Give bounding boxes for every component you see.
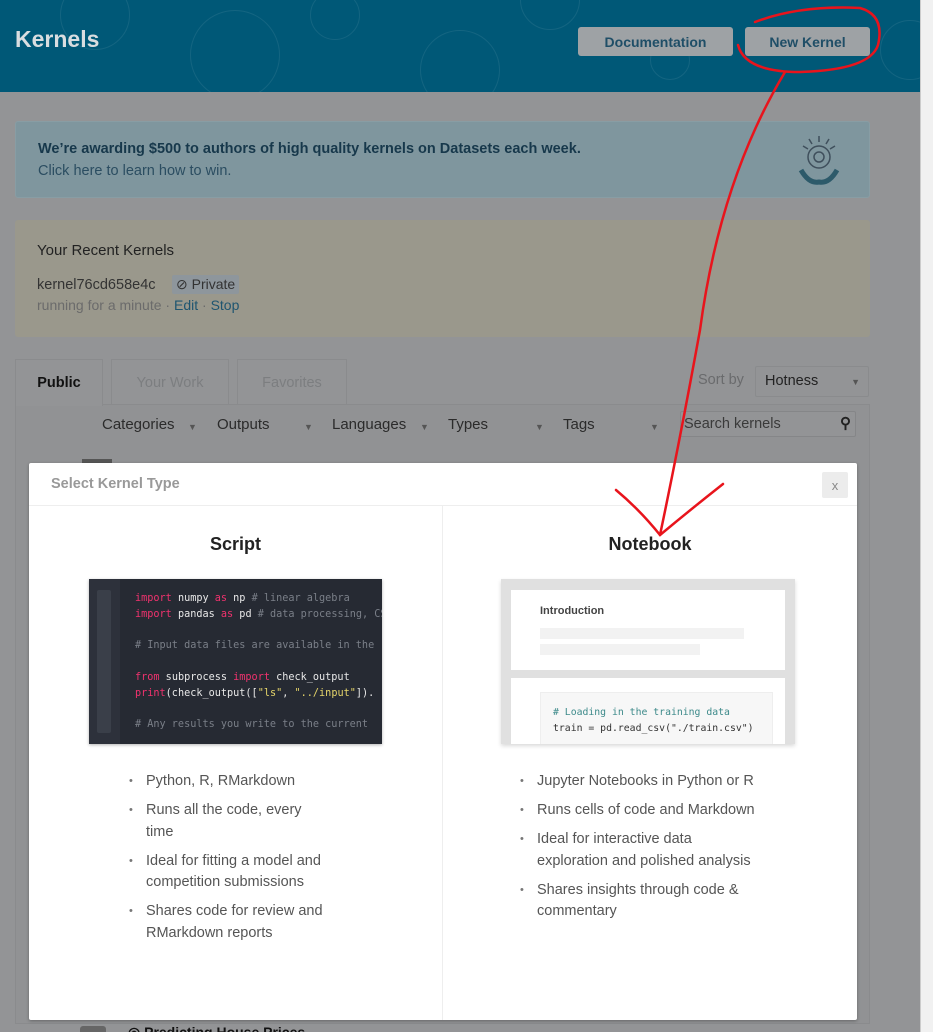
list-item: Ideal for interactive data exploration a… bbox=[520, 829, 760, 872]
kernel-name-link[interactable]: kernel76cd658e4c bbox=[37, 277, 156, 293]
notebook-preview-image[interactable]: Introduction # Loading in the training d… bbox=[501, 579, 795, 744]
list-item: Python, R, RMarkdown bbox=[129, 771, 329, 793]
sort-label: Sort by bbox=[698, 372, 744, 388]
filter-types[interactable]: Types bbox=[448, 416, 488, 433]
recent-heading: Your Recent Kernels bbox=[37, 242, 175, 259]
modal-title: Select Kernel Type bbox=[51, 476, 180, 492]
notebook-title[interactable]: Notebook bbox=[443, 534, 857, 555]
list-item: Jupyter Notebooks in Python or R bbox=[520, 771, 760, 793]
divider bbox=[442, 506, 443, 1020]
notebook-features-list: Jupyter Notebooks in Python or R Runs ce… bbox=[520, 771, 760, 930]
edit-link[interactable]: Edit bbox=[174, 297, 198, 313]
divider bbox=[29, 505, 857, 506]
stop-link[interactable]: Stop bbox=[211, 297, 240, 313]
sort-value: Hotness bbox=[765, 373, 819, 389]
list-item: Shares insights through code & commentar… bbox=[520, 880, 760, 923]
filter-outputs[interactable]: Outputs bbox=[217, 416, 270, 433]
chevron-down-icon: ▼ bbox=[304, 422, 313, 432]
lock-icon: ◎ bbox=[128, 1024, 145, 1032]
list-item: Ideal for fitting a model and competitio… bbox=[129, 851, 329, 894]
banner-link[interactable]: Click here to learn how to win. bbox=[38, 163, 231, 179]
search-placeholder: Search kernels bbox=[684, 416, 781, 432]
scrollbar[interactable] bbox=[920, 0, 933, 1032]
private-badge: ⊘ Private bbox=[172, 275, 240, 294]
search-input[interactable]: Search kernels ⚲ bbox=[680, 411, 856, 437]
select-kernel-type-modal: Select Kernel Type x Script import numpy… bbox=[29, 463, 857, 1020]
separator: · bbox=[198, 297, 211, 313]
sort-select[interactable]: Hotness ▼ bbox=[755, 366, 869, 397]
list-item: Shares code for review and RMarkdown rep… bbox=[129, 901, 329, 944]
tab-your-work[interactable]: Your Work bbox=[111, 359, 229, 405]
chevron-down-icon: ▼ bbox=[420, 422, 429, 432]
award-banner[interactable]: We’re awarding $500 to authors of high q… bbox=[15, 121, 870, 198]
kernel-row-title[interactable]: ◎ Predicting House Prices bbox=[128, 1024, 305, 1032]
kernel-title: Predicting House Prices bbox=[144, 1024, 306, 1032]
eye-slash-icon: ⊘ bbox=[176, 276, 192, 292]
visibility-label: Private bbox=[191, 276, 236, 292]
filter-categories[interactable]: Categories bbox=[102, 416, 175, 433]
kernel-status: running for a minute bbox=[37, 297, 162, 313]
chevron-down-icon: ▼ bbox=[188, 422, 197, 432]
preview-code: train = pd.read_csv("./train.csv") bbox=[553, 723, 754, 734]
search-icon[interactable]: ⚲ bbox=[840, 414, 851, 432]
script-title[interactable]: Script bbox=[29, 534, 442, 555]
list-item: Runs all the code, every time bbox=[129, 800, 329, 843]
banner-headline: We’re awarding $500 to authors of high q… bbox=[38, 141, 581, 157]
filter-languages[interactable]: Languages bbox=[332, 416, 406, 433]
chevron-down-icon: ▼ bbox=[851, 377, 860, 387]
page-title: Kernels bbox=[15, 26, 100, 52]
separator: · bbox=[161, 297, 174, 313]
award-laurel-icon bbox=[798, 136, 840, 185]
chevron-down-icon: ▼ bbox=[535, 422, 544, 432]
list-item: Runs cells of code and Markdown bbox=[520, 800, 760, 822]
script-features-list: Python, R, RMarkdown Runs all the code, … bbox=[129, 771, 329, 952]
documentation-button[interactable]: Documentation bbox=[578, 27, 733, 56]
preview-comment: # Loading in the training data bbox=[553, 707, 730, 718]
preview-heading: Introduction bbox=[540, 605, 605, 617]
tab-favorites[interactable]: Favorites bbox=[237, 359, 347, 405]
close-button[interactable]: x bbox=[822, 472, 848, 498]
new-kernel-button[interactable]: New Kernel bbox=[745, 27, 870, 56]
tab-public[interactable]: Public bbox=[15, 359, 103, 406]
script-preview-image[interactable]: import numpy as np # linear algebra impo… bbox=[89, 579, 382, 744]
filter-tags[interactable]: Tags bbox=[563, 416, 595, 433]
avatar bbox=[80, 1026, 106, 1032]
recent-kernels-panel: Your Recent Kernels kernel76cd658e4c ⊘ P… bbox=[15, 220, 870, 337]
chevron-down-icon: ▼ bbox=[650, 422, 659, 432]
